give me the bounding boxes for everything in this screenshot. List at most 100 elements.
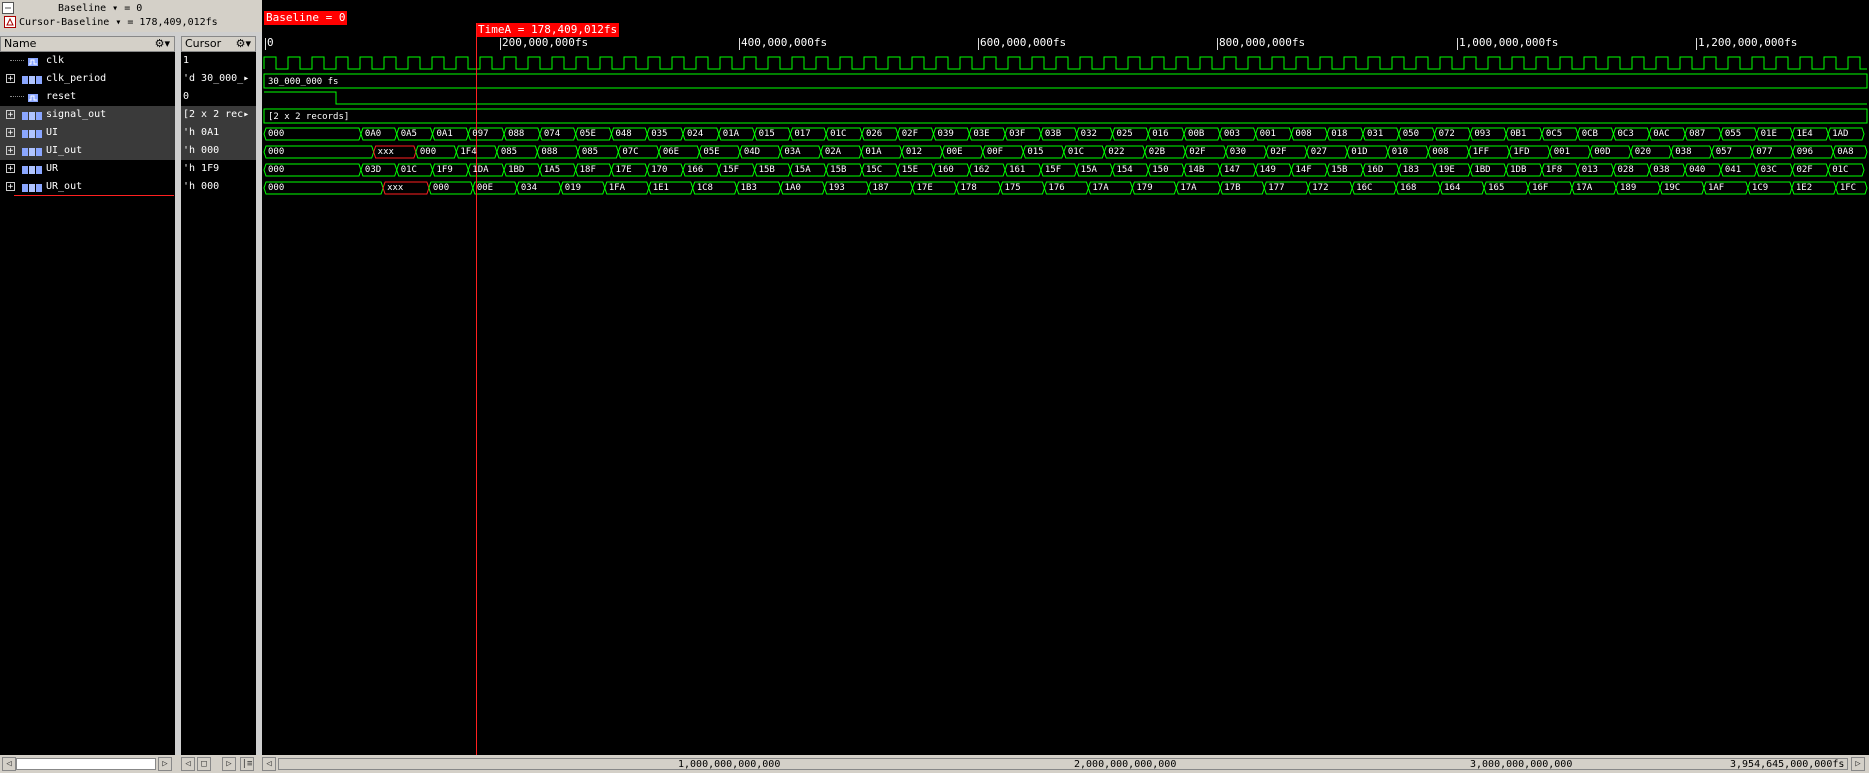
cursor-column-header[interactable]: Cursor ⚙▾ [181, 36, 256, 52]
waveform-area[interactable] [262, 0, 1869, 755]
bus-value-label: 018 [1331, 129, 1348, 139]
cursor-baseline-readout[interactable]: Cursor-Baseline ▾ = 178,409,012fs [4, 16, 218, 30]
bus-value-label: 168 [1400, 183, 1417, 193]
bus-value-label: 04D [743, 147, 761, 157]
clk-period-waveform [263, 73, 1868, 89]
bus-value-label: 165 [1488, 183, 1505, 193]
bus-value-label: 147 [1223, 165, 1241, 175]
bus-value-label: 000 [268, 183, 285, 193]
bus-value-label: xxx [377, 147, 394, 157]
gear-icon[interactable]: ⚙▾ [236, 37, 251, 51]
cursor-value: 'h 1F9 [183, 163, 220, 174]
timeline-scrollbar[interactable] [278, 758, 1848, 770]
scroll-left-icon[interactable]: ◁ [2, 757, 16, 771]
bus-value-label: 02B [1148, 147, 1166, 157]
timeline-end-label: 3,954,645,000,000fs [1730, 759, 1845, 770]
expand-icon[interactable]: + [6, 164, 15, 174]
bus-value-label: 00E [476, 183, 494, 193]
expand-icon[interactable]: + [6, 182, 15, 192]
signal-row-clk-period[interactable]: + clk_period [0, 70, 175, 88]
bus-value-label: 160 [937, 165, 954, 175]
cursor-header-label: Cursor [185, 37, 222, 50]
bus-value-label: 187 [872, 183, 889, 193]
bus-value-label: 02F [1270, 147, 1287, 157]
gear-icon[interactable]: ⚙▾ [155, 37, 170, 51]
bus-value-label: 00D [1594, 147, 1611, 157]
ruler-tick [978, 38, 979, 50]
bus-value-label: 154 [1116, 165, 1133, 175]
bus-value-label: 193 [828, 183, 845, 193]
signal-row-signal-out[interactable]: + signal_out [0, 106, 175, 124]
signal-row-reset[interactable]: reset [0, 88, 175, 106]
timeline-left-icon[interactable]: ◁ [262, 757, 276, 771]
bus-value-label: 1F8 [1545, 165, 1563, 175]
clk-waveform [263, 56, 1867, 70]
bus-value-label: 020 [1634, 147, 1652, 157]
ruler-label: 200,000,000fs [502, 36, 589, 49]
bus-value-label: 088 [541, 147, 558, 157]
bus-value-label: 15B [1331, 165, 1348, 175]
baseline-readout[interactable]: Baseline ▾ = 0 [58, 2, 142, 16]
bus-value-label: 1B3 [740, 183, 757, 193]
bus-value-label: 027 [1310, 147, 1328, 157]
bus-value-label: 17A [1092, 183, 1109, 193]
signal-row-clk[interactable]: clk [0, 52, 175, 70]
signal-name: signal_out [46, 109, 107, 120]
bus-value-label: 164 [1444, 183, 1461, 193]
column-toggle-icon[interactable]: |≡ [240, 757, 254, 771]
bus-value-label: 085 [500, 147, 518, 157]
scroll-left-icon[interactable]: ◁ [181, 757, 195, 771]
bus-value-label: 00F [986, 147, 1004, 157]
timeline-label: 2,000,000,000,000 [1074, 759, 1177, 770]
scroll-stop-icon[interactable]: □ [197, 757, 211, 771]
bus-value-label: 177 [1268, 183, 1285, 193]
scroll-right-icon[interactable]: ▷ [222, 757, 236, 771]
bus-value-label: 055 [1724, 129, 1742, 139]
bus-value-label: 001 [1553, 147, 1571, 157]
ruler-label: 0 [267, 36, 274, 49]
signal-row-ur[interactable]: + UR [0, 160, 175, 178]
bus-signal-icon [22, 146, 42, 156]
bus-value-label: 17A [1180, 183, 1197, 193]
bus-value-label: 038 [1653, 165, 1670, 175]
signal-name: clk_period [46, 73, 107, 84]
ruler-tick [1696, 38, 1697, 50]
bus-value-label: 019 [564, 183, 582, 193]
signal-row-ui[interactable]: + UI [0, 124, 175, 142]
bus-value-label: 00E [946, 147, 963, 157]
bus-value-label: 1AF [1707, 183, 1725, 193]
baseline-marker[interactable]: Baseline = 0 [264, 11, 348, 25]
expand-icon[interactable]: + [6, 128, 15, 138]
cursor-value-list: 1'd 30_000_▸ 0 [2 x 2 rec▸'h 0A1'h 000'h 1… [181, 52, 256, 755]
bus-value-label: 17E [615, 165, 632, 175]
bus-value-label: 07C [622, 147, 639, 157]
name-scrollbar[interactable] [16, 758, 156, 770]
reset-waveform [264, 91, 1867, 105]
bus-value-label: 189 [1620, 183, 1637, 193]
bus-value-label: 1A0 [784, 183, 801, 193]
bus-value-label: 1F4 [460, 147, 477, 157]
bus-value-label: 170 [651, 165, 668, 175]
waveform-canvas [263, 56, 1868, 195]
expand-icon[interactable]: + [6, 74, 15, 84]
bus-value-label: 30_000_000 fs [268, 77, 339, 87]
bus-value-label: 01A [722, 129, 740, 139]
expand-icon[interactable]: + [6, 110, 15, 120]
name-column-header[interactable]: Name ⚙▾ [0, 36, 175, 52]
bus-value-label: 178 [960, 183, 977, 193]
bus-value-label: 15B [830, 165, 847, 175]
timea-marker[interactable]: TimeA = 178,409,012fs [476, 23, 620, 37]
signal-row-ui-out[interactable]: + UI_out [0, 142, 175, 160]
timeline-right-icon[interactable]: ▷ [1851, 757, 1865, 771]
toolbar: Baseline ▾ = 0 Cursor-Baseline ▾ = 178,4… [0, 0, 262, 32]
signal-row-ur-out[interactable]: + UR_out [0, 178, 175, 196]
expand-icon[interactable]: + [6, 146, 15, 156]
bus-value-label: 1E1 [652, 183, 669, 193]
bus-signal-icon [22, 74, 42, 84]
bus-value-label: 0A1 [436, 129, 453, 139]
bus-value-label: 19C [1663, 183, 1681, 193]
signal-icon [22, 92, 42, 102]
signal-name: reset [46, 91, 77, 102]
bus-value-label: 02A [824, 147, 842, 157]
scroll-right-icon[interactable]: ▷ [158, 757, 172, 771]
